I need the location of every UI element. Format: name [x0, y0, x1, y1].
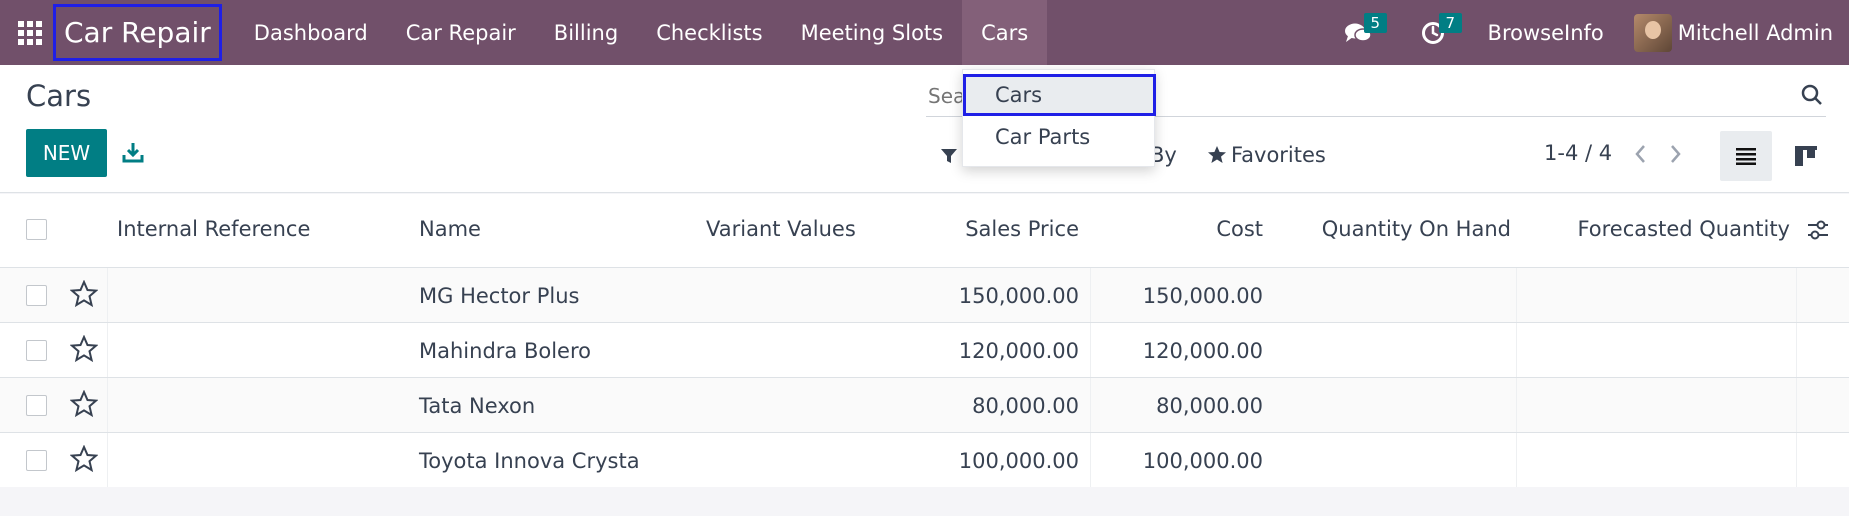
kanban-view-button[interactable]	[1780, 131, 1832, 181]
row-checkbox[interactable]	[26, 285, 47, 306]
star-icon	[1208, 146, 1226, 163]
company-switcher[interactable]: BrowseInfo	[1488, 21, 1604, 45]
column-header-variant-values[interactable]: Variant Values	[706, 217, 856, 241]
cell-name: Tata Nexon	[419, 394, 536, 418]
apps-menu-button[interactable]	[0, 0, 60, 65]
cell-sales-price: 120,000.00	[958, 339, 1079, 363]
row-checkbox[interactable]	[26, 450, 47, 471]
cell-cost: 120,000.00	[1142, 339, 1263, 363]
row-checkbox[interactable]	[26, 340, 47, 361]
control-panel: Cars NEW By Favorites 1-4 / 4	[0, 65, 1849, 193]
column-header-forecasted-quantity[interactable]: Forecasted Quantity	[1577, 217, 1790, 241]
cell-name: Toyota Innova Crysta	[419, 449, 640, 473]
chevron-left-icon[interactable]	[1630, 141, 1652, 167]
star-outline-icon[interactable]	[70, 390, 98, 418]
app-brand[interactable]: Car Repair	[53, 4, 222, 61]
list-view-button[interactable]	[1720, 131, 1772, 181]
cell-name: Mahindra Bolero	[419, 339, 591, 363]
cell-cost: 80,000.00	[1156, 394, 1263, 418]
table-header: Internal Reference Name Variant Values S…	[0, 194, 1849, 268]
column-header-name[interactable]: Name	[419, 217, 481, 241]
chevron-right-icon[interactable]	[1664, 141, 1686, 167]
cell-name: MG Hector Plus	[419, 284, 580, 308]
menu-item-cars[interactable]: Cars	[962, 0, 1048, 65]
menu-item-billing[interactable]: Billing	[535, 0, 637, 65]
star-outline-icon[interactable]	[70, 335, 98, 363]
column-header-cost[interactable]: Cost	[1216, 217, 1263, 241]
cell-sales-price: 150,000.00	[958, 284, 1079, 308]
avatar[interactable]	[1633, 13, 1672, 52]
table-row[interactable]: Tata Nexon 80,000.00 80,000.00	[0, 378, 1849, 433]
menu-item-meeting-slots[interactable]: Meeting Slots	[782, 0, 963, 65]
row-checkbox[interactable]	[26, 395, 47, 416]
cars-list-table: Internal Reference Name Variant Values S…	[0, 194, 1849, 488]
list-icon	[1736, 148, 1756, 165]
select-all-checkbox[interactable]	[26, 219, 47, 240]
messages-button[interactable]: 5	[1338, 0, 1388, 65]
cars-dropdown-menu: Cars Car Parts	[962, 69, 1156, 167]
favorites-button[interactable]: Favorites	[1207, 143, 1326, 167]
activities-badge: 7	[1438, 13, 1463, 33]
optional-columns-icon[interactable]	[1806, 219, 1830, 241]
star-outline-icon[interactable]	[70, 280, 98, 308]
navbar-systray: 5 7 BrowseInfo Mitchell Admin	[1338, 0, 1833, 65]
new-button[interactable]: NEW	[26, 129, 107, 177]
cell-cost: 100,000.00	[1142, 449, 1263, 473]
filter-icon[interactable]	[940, 147, 958, 165]
menu-item-checklists[interactable]: Checklists	[637, 0, 781, 65]
star-outline-icon[interactable]	[70, 445, 98, 473]
messages-badge: 5	[1363, 13, 1388, 33]
pager-value[interactable]: 1-4 / 4	[1544, 141, 1612, 165]
column-header-internal-reference[interactable]: Internal Reference	[117, 217, 310, 241]
activities-button[interactable]: 7	[1413, 0, 1463, 65]
column-header-sales-price[interactable]: Sales Price	[965, 217, 1079, 241]
favorites-label: Favorites	[1231, 143, 1326, 167]
table-row[interactable]: Toyota Innova Crysta 100,000.00 100,000.…	[0, 433, 1849, 488]
main-menu: Dashboard Car Repair Billing Checklists …	[235, 0, 1048, 65]
dropdown-item-cars[interactable]: Cars	[963, 74, 1156, 116]
table-row[interactable]: MG Hector Plus 150,000.00 150,000.00	[0, 268, 1849, 323]
grid-icon	[18, 20, 42, 45]
download-icon[interactable]	[122, 141, 144, 163]
cell-cost: 150,000.00	[1142, 284, 1263, 308]
menu-item-dashboard[interactable]: Dashboard	[235, 0, 387, 65]
cell-sales-price: 100,000.00	[958, 449, 1079, 473]
user-menu[interactable]: Mitchell Admin	[1678, 21, 1833, 45]
column-header-quantity-on-hand[interactable]: Quantity On Hand	[1322, 217, 1511, 241]
table-row[interactable]: Mahindra Bolero 120,000.00 120,000.00	[0, 323, 1849, 378]
page-title: Cars	[26, 79, 92, 113]
page-background	[0, 487, 1849, 516]
top-navbar: Car Repair Dashboard Car Repair Billing …	[0, 0, 1849, 65]
dropdown-item-car-parts[interactable]: Car Parts	[963, 116, 1156, 158]
menu-item-car-repair[interactable]: Car Repair	[387, 0, 535, 65]
kanban-icon	[1795, 146, 1817, 166]
search-icon[interactable]	[1800, 83, 1824, 107]
cell-sales-price: 80,000.00	[972, 394, 1079, 418]
